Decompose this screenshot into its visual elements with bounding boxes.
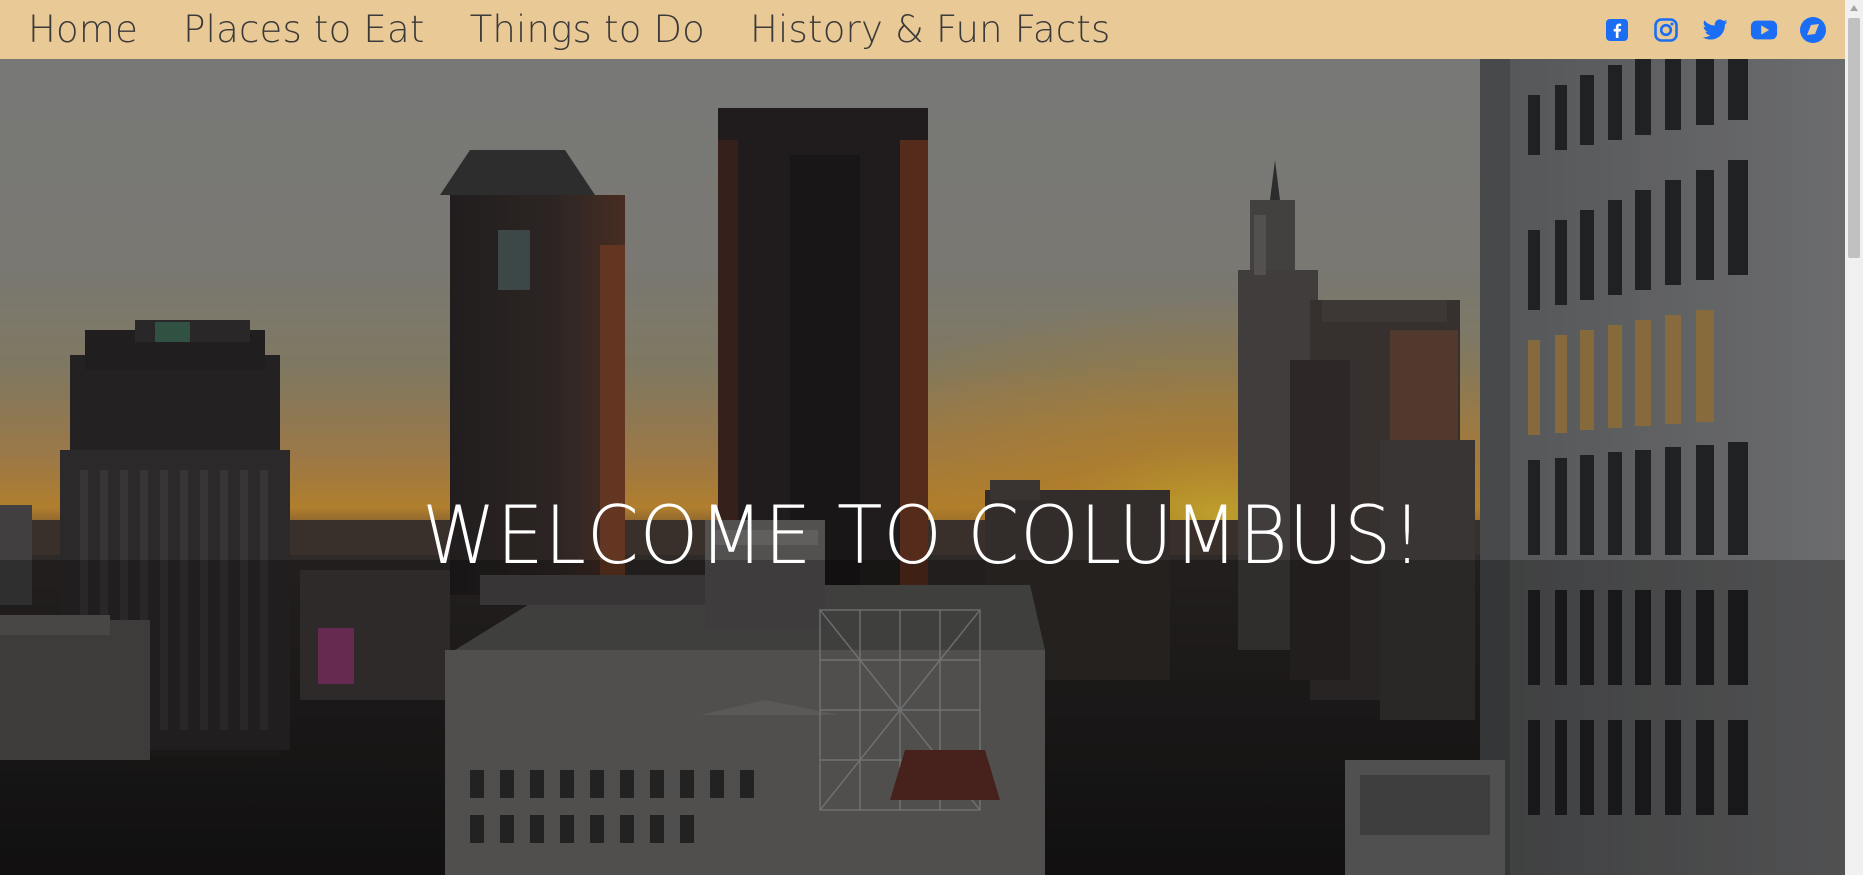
scrollbar-thumb[interactable] — [1848, 18, 1860, 258]
hero-section: WELCOME TO COLUMBUS! — [0, 0, 1845, 875]
social-links — [1582, 0, 1845, 59]
navbar: Home Places to Eat Things to Do History … — [0, 0, 1845, 59]
columbus-site-icon[interactable] — [1799, 16, 1827, 44]
page-scrollbar[interactable] — [1845, 0, 1863, 875]
nav-link-history-fun-facts[interactable]: History & Fun Facts — [750, 0, 1110, 59]
hero-title: WELCOME TO COLUMBUS! — [422, 489, 1423, 582]
nav-link-places-to-eat[interactable]: Places to Eat — [183, 0, 424, 59]
facebook-icon[interactable] — [1603, 16, 1631, 44]
youtube-icon[interactable] — [1750, 16, 1778, 44]
twitter-icon[interactable] — [1701, 16, 1729, 44]
nav-link-things-to-do[interactable]: Things to Do — [470, 0, 705, 59]
nav-link-home[interactable]: Home — [28, 0, 138, 59]
instagram-icon[interactable] — [1652, 16, 1680, 44]
scroll-up-arrow-icon[interactable] — [1845, 0, 1863, 16]
hero-background-image — [0, 0, 1845, 875]
nav-links: Home Places to Eat Things to Do History … — [0, 0, 1155, 59]
